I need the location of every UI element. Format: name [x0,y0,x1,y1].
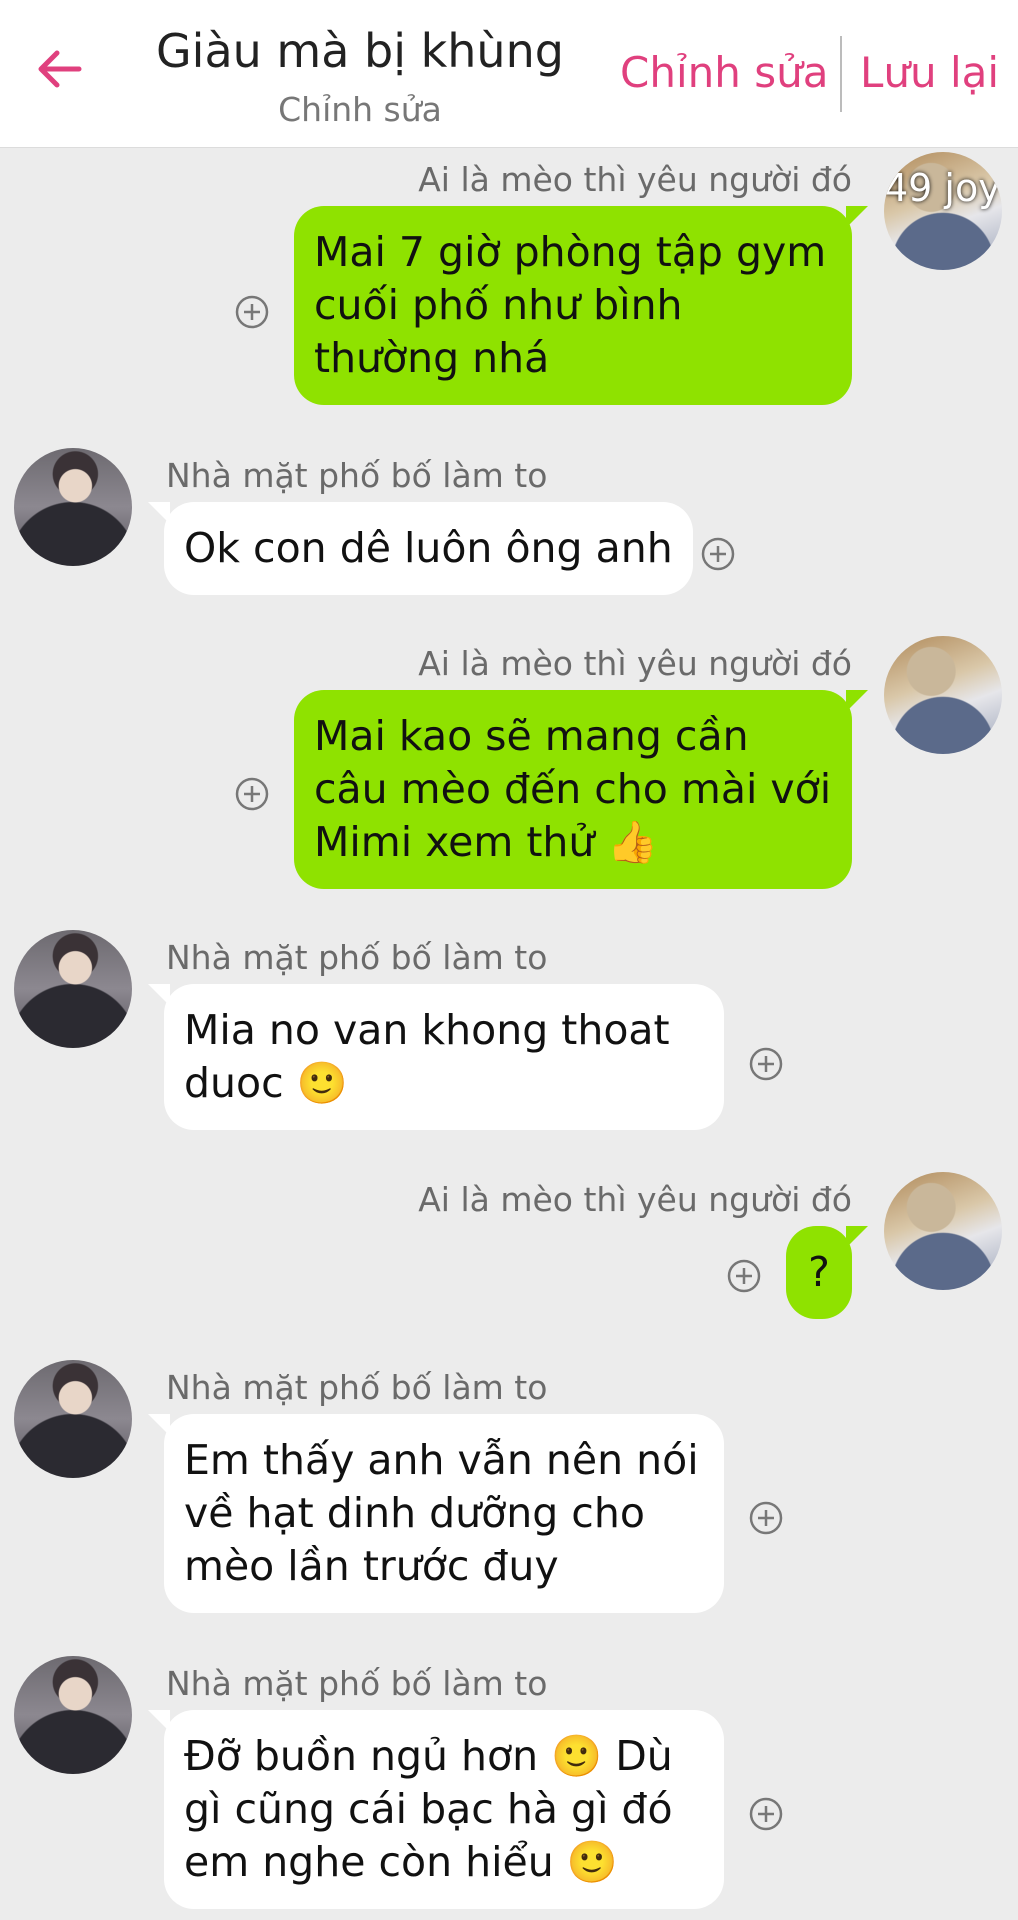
add-reaction-icon[interactable] [748,1500,784,1536]
message-bubble-incoming[interactable]: Ok con dê luôn ông anh [148,502,693,595]
chat-header: Giàu mà bị khùng Chỉnh sửa Chỉnh sửa Lưu… [0,0,1018,148]
message-bubble-incoming[interactable]: Mia no van khong thoat duoc 🙂 [148,984,724,1130]
add-reaction-icon[interactable] [234,294,270,330]
header-divider [840,36,842,112]
avatar[interactable] [14,930,132,1048]
avatar[interactable] [14,1360,132,1478]
avatar[interactable] [884,1172,1002,1290]
avatar[interactable] [884,636,1002,754]
edit-button[interactable]: Chỉnh sửa [620,48,828,97]
message-bubble-outgoing[interactable]: ? [786,1226,868,1319]
chat-subtitle: Chỉnh sửa [278,90,442,129]
sender-name: Nhà mặt phố bố làm to [166,938,548,977]
sender-name: Ai là mèo thì yêu người đó [418,160,852,199]
sender-name: Nhà mặt phố bố làm to [166,1368,548,1407]
message-bubble-outgoing[interactable]: Mai kao sẽ mang cần câu mèo đến cho mài … [294,690,868,889]
sender-name: Ai là mèo thì yêu người đó [418,1180,852,1219]
add-reaction-icon[interactable] [234,776,270,812]
message-bubble-incoming[interactable]: Em thấy anh vẫn nên nói về hạt dinh dưỡn… [148,1414,724,1613]
arrow-left-icon [38,50,82,88]
chat-title: Giàu mà bị khùng [156,24,564,78]
message-bubble-outgoing[interactable]: Mai 7 giờ phòng tập gym cuối phố như bìn… [294,206,868,405]
save-button[interactable]: Lưu lại [860,48,999,97]
avatar[interactable] [14,448,132,566]
back-button[interactable] [28,38,90,100]
add-reaction-icon[interactable] [748,1796,784,1832]
add-reaction-icon[interactable] [700,536,736,572]
add-reaction-icon[interactable] [726,1258,762,1294]
avatar[interactable]: 49 joy [884,152,1002,270]
sender-name: Ai là mèo thì yêu người đó [418,644,852,683]
add-reaction-icon[interactable] [748,1046,784,1082]
message-bubble-incoming[interactable]: Đỡ buồn ngủ hơn 🙂 Dù gì cũng cái bạc hà … [148,1710,724,1909]
avatar-overlay-text: 49 joy [884,166,1001,210]
sender-name: Nhà mặt phố bố làm to [166,456,548,495]
sender-name: Nhà mặt phố bố làm to [166,1664,548,1703]
avatar[interactable] [14,1656,132,1774]
